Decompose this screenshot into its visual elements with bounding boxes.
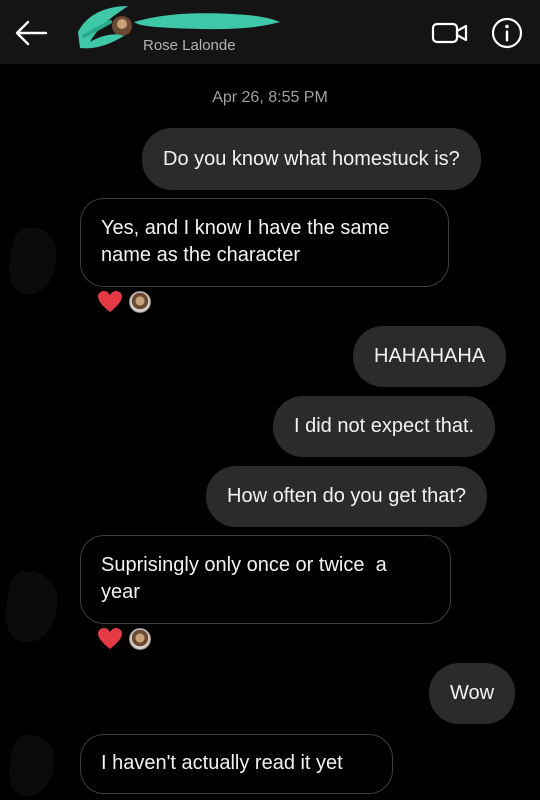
back-arrow-icon[interactable] bbox=[12, 14, 50, 52]
redacted-sender-avatar bbox=[8, 227, 57, 295]
reactor-avatar bbox=[129, 291, 151, 313]
sent-message[interactable]: I did not expect that. bbox=[273, 396, 496, 457]
redacted-avatar[interactable] bbox=[70, 2, 140, 54]
heart-icon bbox=[98, 291, 122, 312]
info-icon[interactable] bbox=[490, 16, 524, 50]
conversation-timestamp: Apr 26, 8:55 PM bbox=[212, 89, 328, 106]
message-text: How often do you get that? bbox=[227, 485, 467, 507]
received-message[interactable]: Yes, and I know I have the same name as … bbox=[80, 198, 449, 287]
reactor-avatar bbox=[129, 628, 151, 650]
received-message[interactable]: Suprisingly only once or twice a year bbox=[80, 535, 451, 624]
sent-message[interactable]: Wow bbox=[429, 663, 516, 724]
message-text: HAHAHAHA bbox=[374, 345, 486, 367]
message-line: I haven't actually read it yet bbox=[101, 752, 343, 774]
redacted-display-name bbox=[134, 13, 280, 30]
video-camera-icon[interactable] bbox=[430, 18, 470, 48]
message-text: Wow bbox=[450, 682, 495, 704]
message-line: Suprisingly only once or twice a bbox=[101, 554, 387, 576]
sent-message[interactable]: Do you know what homestuck is? bbox=[142, 128, 481, 190]
username: Rose Lalonde bbox=[143, 37, 236, 54]
message-reactions[interactable] bbox=[97, 290, 151, 314]
chat-screen: Rose Lalonde Apr 26, 8:55 PM Do you know… bbox=[0, 0, 540, 800]
message-reactions[interactable] bbox=[97, 627, 151, 651]
redacted-sender-avatar bbox=[9, 734, 55, 797]
message-line: name as the character bbox=[101, 244, 300, 266]
message-line: year bbox=[101, 581, 140, 603]
message-line: Yes, and I know I have the same bbox=[101, 217, 390, 239]
sent-message[interactable]: How often do you get that? bbox=[206, 466, 488, 527]
received-message[interactable]: I haven't actually read it yet bbox=[80, 734, 393, 794]
heart-icon bbox=[98, 628, 122, 649]
message-text: Do you know what homestuck is? bbox=[163, 147, 460, 170]
sent-message[interactable]: HAHAHAHA bbox=[353, 326, 507, 387]
chat-header: Rose Lalonde bbox=[0, 0, 540, 64]
message-text: I did not expect that. bbox=[294, 415, 475, 437]
redacted-sender-avatar bbox=[5, 571, 58, 643]
